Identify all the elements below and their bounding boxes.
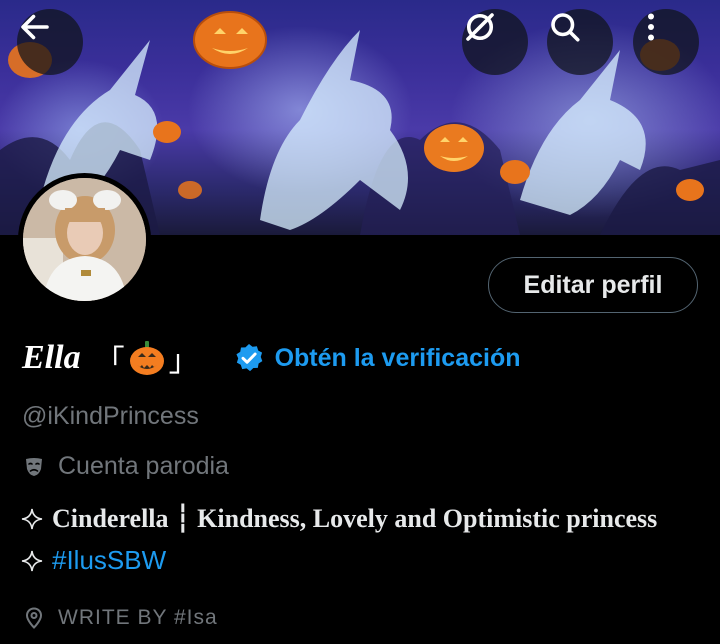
theater-mask-icon xyxy=(26,457,42,476)
sparkle-icon xyxy=(21,550,43,571)
bio-line-2: #IlusSBW xyxy=(20,545,166,576)
more-vertical-icon xyxy=(648,13,654,41)
search-icon xyxy=(551,13,580,42)
location-text: WRITE BY #Isa xyxy=(58,606,218,629)
user-handle: @iKindPrincess xyxy=(22,402,199,430)
sparkle-icon xyxy=(21,508,43,530)
name-row: Ella 「 」 Obtén la verificación xyxy=(22,334,521,382)
circle-slash-icon xyxy=(466,13,494,41)
grok-button[interactable] xyxy=(462,9,528,75)
avatar-image xyxy=(23,178,146,301)
arrow-left-icon xyxy=(21,14,49,40)
bio-text: Cinderella ┆ Kindness, Lovely and Optimi… xyxy=(52,504,658,533)
bracket-close: 」 xyxy=(168,344,199,379)
bracket-open: 「 xyxy=(94,344,125,379)
verified-badge-icon xyxy=(236,344,262,372)
get-verified-link[interactable]: Obtén la verificación xyxy=(233,342,521,374)
parody-label-text: Cuenta parodia xyxy=(58,452,229,480)
bio-line-1: Cinderella ┆ Kindness, Lovely and Optimi… xyxy=(20,504,657,534)
edit-profile-button[interactable]: Editar perfil xyxy=(488,257,698,313)
back-button[interactable] xyxy=(17,9,83,75)
avatar[interactable] xyxy=(18,173,151,306)
location-pin-icon xyxy=(25,607,43,629)
verification-label: Obtén la verificación xyxy=(274,343,521,372)
parody-account-label: Cuenta parodia xyxy=(22,452,229,481)
display-name: Ella xyxy=(22,339,81,376)
location-row: WRITE BY #Isa xyxy=(22,606,218,630)
bio-hashtag-link[interactable]: #IlusSBW xyxy=(52,545,166,576)
search-button[interactable] xyxy=(547,9,613,75)
jack-o-lantern-icon xyxy=(129,341,164,375)
more-button[interactable] xyxy=(633,9,699,75)
